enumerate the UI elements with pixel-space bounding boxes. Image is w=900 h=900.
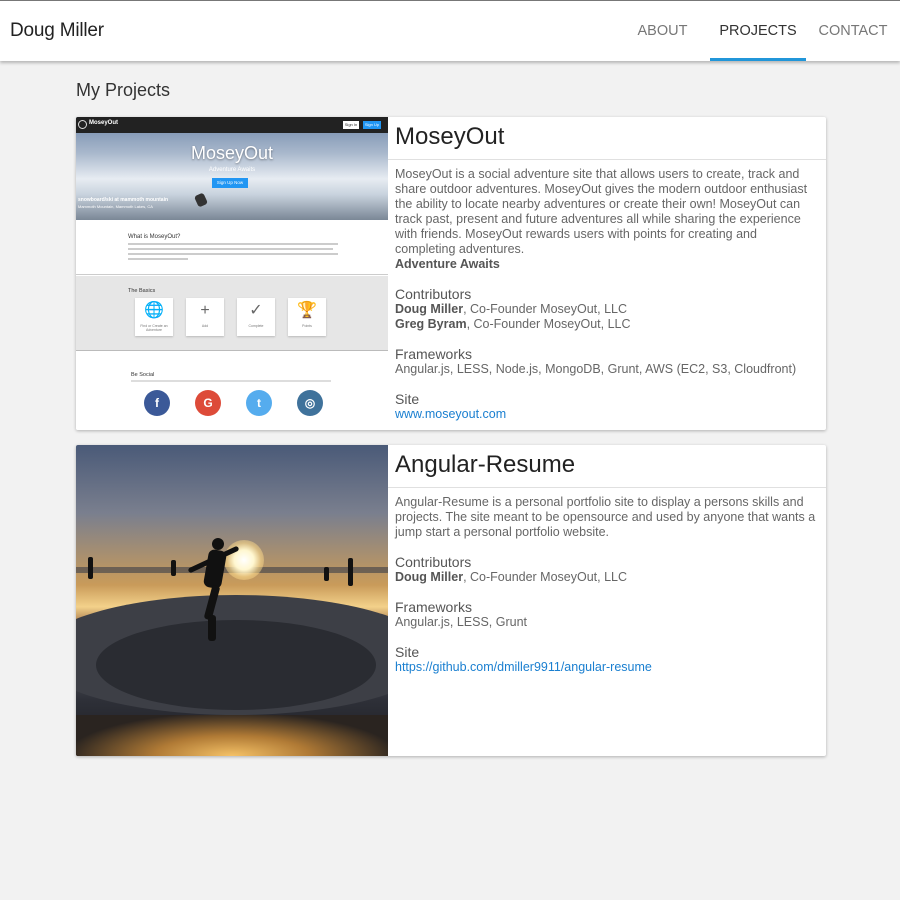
section-title: My Projects: [76, 80, 171, 100]
top-navbar: Doug Miller ABOUT PROJECTS CONTACT: [0, 0, 900, 61]
preview-app-name: MoseyOut: [89, 120, 119, 126]
skier-figure: [193, 192, 209, 208]
preview-signin-button: Sign In: [343, 121, 359, 129]
instagram-icon: ◎: [297, 390, 323, 416]
project-tagline: Adventure Awaits: [395, 257, 500, 271]
skater-head: [212, 538, 224, 550]
skateboard: [208, 615, 216, 641]
project-title: MoseyOut: [388, 117, 826, 160]
twitter-icon: t: [246, 390, 272, 416]
preview-location: snowboard/ski at mammoth mountain: [78, 197, 169, 203]
contributor-item: Doug Miller, Co-Founder MoseyOut, LLC: [395, 570, 818, 585]
preview-location-sub: Mammoth Mountain, Mammoth Lakes, CA: [78, 204, 153, 209]
contributor-role: , Co-Founder MoseyOut, LLC: [463, 302, 628, 316]
nav-contact[interactable]: CONTACT: [806, 1, 900, 61]
project-details: MoseyOut MoseyOut is a social adventure …: [388, 117, 826, 430]
contributor-item: Doug Miller, Co-Founder MoseyOut, LLC: [395, 302, 818, 317]
preview-text-line: [128, 248, 333, 250]
preview-basics-title: The Basics: [128, 288, 156, 294]
skatepark-photo: [76, 445, 388, 756]
preview-text-line: [128, 243, 338, 245]
preview-hero-title: MoseyOut: [190, 143, 274, 163]
project-description: Angular-Resume is a personal portfolio s…: [395, 495, 816, 539]
site-label: Site: [395, 391, 420, 407]
frameworks-label: Frameworks: [395, 346, 473, 362]
plus-icon: + Add: [186, 298, 224, 336]
nav-about[interactable]: ABOUT: [615, 1, 710, 61]
frameworks-list: Angular.js, LESS, Node.js, MongoDB, Grun…: [395, 362, 797, 376]
contributors-label: Contributors: [395, 554, 472, 570]
preview-social-section: Be Social f G t ◎: [76, 352, 388, 430]
site-link[interactable]: https://github.com/dmiller9911/angular-r…: [395, 660, 652, 674]
globe-icon: 🌐 Find or Create an Adventure: [135, 298, 173, 336]
project-title: Angular-Resume: [388, 445, 826, 488]
preview-text-line: [128, 253, 338, 255]
preview-navbar: MoseyOut Sign In Sign Up: [76, 117, 388, 133]
skater-body: [202, 548, 228, 590]
project-content: MoseyOut is a social adventure site that…: [388, 160, 826, 422]
preview-logo-icon: [78, 120, 87, 129]
preview-what-section: What is MoseyOut?: [76, 220, 388, 275]
brand-name[interactable]: Doug Miller: [10, 20, 104, 42]
frameworks-list: Angular.js, LESS, Grunt: [395, 615, 528, 629]
preview-what-title: What is MoseyOut?: [128, 234, 181, 240]
project-card-angular-resume: Angular-Resume Angular-Resume is a perso…: [76, 445, 826, 756]
frameworks-label: Frameworks: [395, 599, 473, 615]
moseyout-screenshot: MoseyOut Sign In Sign Up MoseyOut Advent…: [76, 117, 388, 430]
preview-hero: MoseyOut Sign In Sign Up MoseyOut Advent…: [76, 117, 388, 220]
project-content: Angular-Resume is a personal portfolio s…: [388, 488, 826, 675]
contributor-name: Doug Miller: [395, 302, 464, 316]
bystander: [171, 560, 176, 576]
sunset-sky: [76, 445, 388, 756]
contributor-role: , Co-Founder MoseyOut, LLC: [463, 570, 628, 584]
trophy-icon: 🏆 Points: [288, 298, 326, 336]
nav-projects[interactable]: PROJECTS: [710, 1, 806, 61]
preview-basics-section: The Basics 🌐 Find or Create an Adventure …: [76, 276, 388, 351]
contributor-name: Greg Byram: [395, 317, 467, 331]
contributors-label: Contributors: [395, 286, 472, 302]
bowl-rim-glow: [76, 715, 388, 756]
project-details: Angular-Resume Angular-Resume is a perso…: [388, 445, 826, 756]
contributor-name: Doug Miller: [395, 570, 464, 584]
contributor-item: Greg Byram, Co-Founder MoseyOut, LLC: [395, 317, 818, 332]
project-description: MoseyOut is a social adventure site that…: [395, 167, 808, 256]
skate-bowl-inner: [96, 620, 376, 710]
site-label: Site: [395, 644, 420, 660]
bystander: [324, 567, 329, 581]
nav-projects-label: PROJECTS: [719, 23, 797, 39]
preview-signup-button: Sign Up: [363, 121, 381, 129]
main-nav: ABOUT PROJECTS CONTACT: [615, 1, 900, 61]
site-link[interactable]: www.moseyout.com: [395, 407, 506, 421]
project-card-moseyout: MoseyOut Sign In Sign Up MoseyOut Advent…: [76, 117, 826, 430]
check-icon: ✓ Complete: [237, 298, 275, 336]
preview-hero-subtitle: Adventure Awaits: [208, 167, 256, 173]
preview-text-line: [128, 258, 188, 260]
preview-text-line: [131, 380, 331, 382]
bystander: [348, 558, 353, 586]
sun: [224, 540, 264, 580]
google-icon: G: [195, 390, 221, 416]
preview-social-title: Be Social: [131, 372, 155, 378]
preview-hero-button: Sign Up Now: [212, 178, 248, 188]
nav-about-label: ABOUT: [637, 23, 688, 39]
bystander: [88, 557, 93, 579]
contributor-role: , Co-Founder MoseyOut, LLC: [466, 317, 631, 331]
nav-contact-label: CONTACT: [818, 23, 888, 39]
facebook-icon: f: [144, 390, 170, 416]
